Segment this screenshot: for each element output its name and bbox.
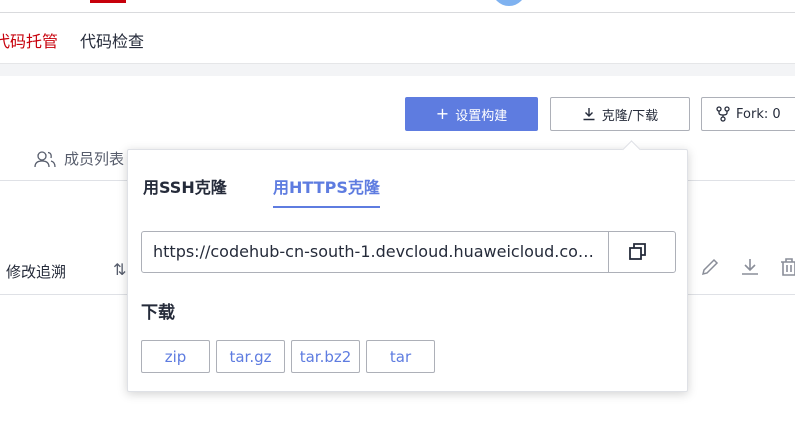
trace-changes-button[interactable]: 修改追溯 <box>6 261 66 282</box>
edit-icon[interactable] <box>699 256 721 278</box>
setup-build-label: 设置构建 <box>455 108 508 124</box>
download-icon <box>583 108 595 121</box>
tab-code-hosting[interactable]: 代码托管 <box>0 28 58 52</box>
service-nav: 代码托管 代码检查 <box>0 13 795 63</box>
members-label: 成员列表 <box>64 150 125 168</box>
url-divider <box>608 232 609 272</box>
copy-icon[interactable] <box>627 241 649 263</box>
setup-build-button[interactable]: + 设置构建 <box>405 97 538 131</box>
clone-download-label: 克隆/下载 <box>601 108 659 124</box>
members-icon <box>34 150 56 167</box>
fork-label: Fork: 0 <box>736 106 781 122</box>
active-indicator <box>90 0 126 3</box>
download-file-icon[interactable] <box>739 256 761 278</box>
clone-download-popover: 用SSH克隆 用HTTPS克隆 https://codehub-cn-south… <box>127 149 688 392</box>
clone-url-field[interactable]: https://codehub-cn-south-1.devcloud.huaw… <box>141 231 676 273</box>
compare-icon[interactable]: ⇅ <box>113 260 126 279</box>
clone-url-text[interactable]: https://codehub-cn-south-1.devcloud.huaw… <box>153 242 605 261</box>
members-tab[interactable]: 成员列表 <box>34 148 124 169</box>
download-tar-gz-button[interactable]: tar.gz <box>216 340 285 373</box>
download-tar-bz2-button[interactable]: tar.bz2 <box>291 340 360 373</box>
fork-icon <box>716 106 730 122</box>
download-title: 下载 <box>141 303 175 323</box>
download-zip-button[interactable]: zip <box>141 340 210 373</box>
tab-https-clone[interactable]: 用HTTPS克隆 <box>273 174 380 208</box>
section-divider <box>0 63 795 76</box>
plus-icon: + <box>435 104 450 123</box>
fork-button[interactable]: Fork: 0 <box>701 97 795 131</box>
clone-download-button[interactable]: 克隆/下载 <box>550 97 690 131</box>
download-tar-button[interactable]: tar <box>366 340 435 373</box>
tab-ssh-clone[interactable]: 用SSH克隆 <box>143 174 227 198</box>
delete-icon[interactable] <box>778 256 795 278</box>
tab-code-check[interactable]: 代码检查 <box>80 28 144 52</box>
